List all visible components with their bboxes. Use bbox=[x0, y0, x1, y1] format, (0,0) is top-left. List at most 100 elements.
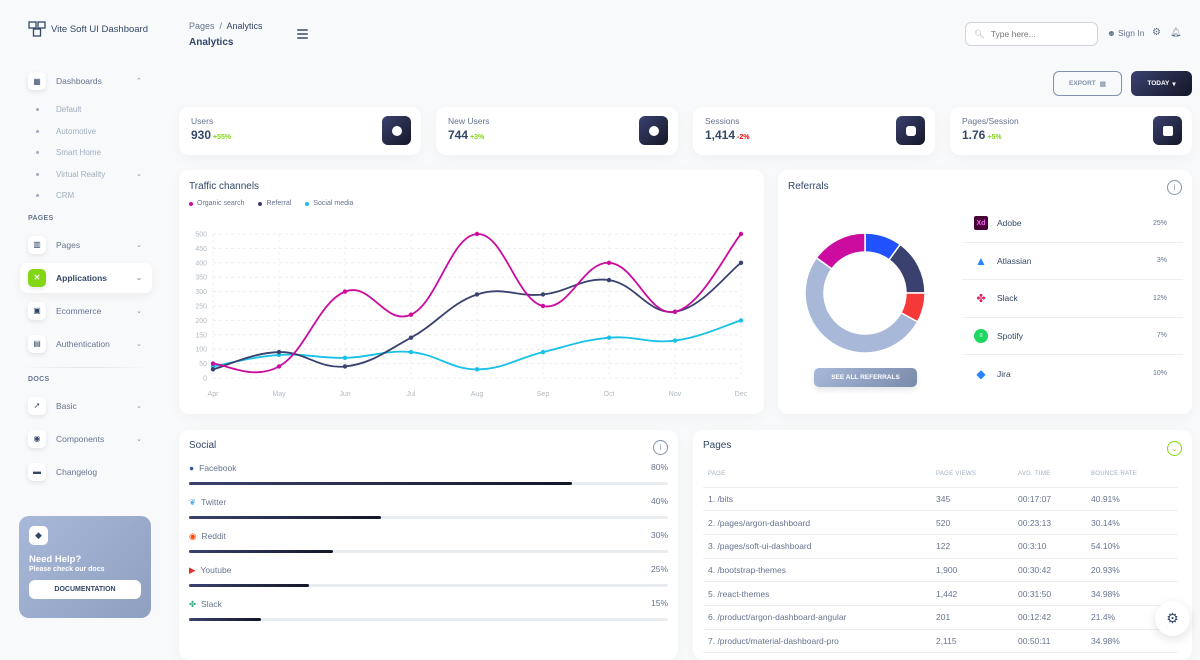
table-row[interactable]: 7. /product/material-dashboard-pro 2,115 0… bbox=[703, 629, 1178, 654]
documentation-button[interactable]: DOCUMENTATION bbox=[29, 580, 141, 599]
table-row[interactable]: 3. /pages/soft-ui-dashboard 122 00:3:10 54.… bbox=[703, 534, 1178, 559]
image-icon bbox=[1153, 116, 1182, 145]
table-row[interactable]: 5. /react-themes 1,442 00:31:50 34.98% bbox=[703, 581, 1178, 606]
breadcrumb-pages[interactable]: Pages bbox=[189, 21, 215, 31]
data-point-referral[interactable] bbox=[474, 292, 480, 297]
bell-icon[interactable]: 🔔︎ bbox=[1170, 27, 1181, 38]
y-tick-label: 450 bbox=[195, 246, 207, 253]
referral-item-slack[interactable]: ✤ Slack 12% bbox=[962, 280, 1183, 318]
data-point-organic-search[interactable] bbox=[738, 231, 744, 237]
sidebar-subitem-automotive[interactable]: Automotive bbox=[36, 121, 152, 143]
table-row[interactable]: 6. /product/argon-dashboard-angular 201 00… bbox=[703, 605, 1178, 630]
export-button[interactable]: EXPORT ▤ bbox=[1053, 71, 1122, 96]
data-point-organic-search[interactable] bbox=[606, 260, 612, 265]
user-icon: ☻ bbox=[1107, 28, 1116, 38]
data-point-social-media[interactable] bbox=[474, 367, 480, 372]
progress-fill bbox=[189, 618, 261, 621]
stat-card-pages-session: Pages/Session 1.76 +5% bbox=[950, 107, 1192, 155]
chevron-down-icon: ⌄ bbox=[136, 241, 142, 249]
sidebar-subitem-default[interactable]: Default bbox=[36, 99, 152, 121]
data-point-referral[interactable] bbox=[738, 260, 744, 265]
table-cell: 7. /product/material-dashboard-pro bbox=[703, 629, 936, 654]
y-tick-label: 350 bbox=[195, 275, 207, 282]
table-cell: 4. /bootstrap-themes bbox=[703, 558, 936, 583]
traffic-channels-card: Traffic channels Organic search Referral… bbox=[179, 170, 764, 414]
progress-bar bbox=[189, 618, 668, 621]
data-point-social-media[interactable] bbox=[738, 318, 744, 323]
help-card: ◆ Need Help? Please check our docs DOCUM… bbox=[19, 516, 151, 618]
table-row[interactable]: 4. /bootstrap-themes 1,900 00:30:42 20.93% bbox=[703, 558, 1178, 583]
search-box[interactable]: 🔍︎ bbox=[965, 22, 1098, 46]
settings-icon[interactable]: ⚙ bbox=[1152, 27, 1161, 38]
data-point-organic-search[interactable] bbox=[474, 231, 480, 237]
table-cell: 201 bbox=[936, 605, 1018, 630]
referral-item-spotify[interactable]: ≡ Spotify 7% bbox=[962, 318, 1183, 355]
data-point-referral[interactable] bbox=[276, 349, 282, 355]
sidebar-item-applications[interactable]: ✕ Applications ⌄ bbox=[20, 262, 152, 293]
data-point-referral[interactable] bbox=[408, 335, 414, 340]
sidebar-item-ecommerce[interactable]: ▣ Ecommerce ⌄ bbox=[20, 296, 152, 326]
info-icon[interactable]: i bbox=[1167, 180, 1182, 195]
data-point-organic-search[interactable] bbox=[276, 364, 282, 369]
card-title: Pages bbox=[703, 440, 732, 451]
referral-item-jira[interactable]: ◆ Jira 10% bbox=[962, 355, 1183, 393]
data-point-referral[interactable] bbox=[540, 292, 546, 297]
menu-toggle-icon[interactable] bbox=[297, 29, 308, 41]
info-icon[interactable]: i bbox=[653, 440, 668, 455]
progress-bar bbox=[189, 516, 668, 519]
see-all-referrals-button[interactable]: SEE ALL REFERRALS bbox=[814, 368, 917, 387]
donut-segment-magenta[interactable] bbox=[815, 232, 866, 270]
data-point-organic-search[interactable] bbox=[408, 312, 414, 317]
sidebar-item-components[interactable]: ◉ Components ⌄ bbox=[20, 424, 152, 454]
sign-in-link[interactable]: ☻ Sign In bbox=[1107, 28, 1144, 38]
gear-icon: ⚙ bbox=[1166, 610, 1179, 626]
sidebar-item-basic[interactable]: ➚ Basic ⌄ bbox=[20, 391, 152, 421]
check-circle-icon[interactable]: ⌄ bbox=[1167, 441, 1182, 456]
social-item-twitter: ❦ Twitter 40% bbox=[189, 496, 668, 519]
data-point-social-media[interactable] bbox=[672, 338, 678, 343]
data-point-referral[interactable] bbox=[342, 364, 348, 369]
spotify-icon: ≡ bbox=[974, 328, 988, 343]
data-point-organic-search[interactable] bbox=[210, 361, 216, 366]
sidebar-item-authentication[interactable]: ▤ Authentication ⌄ bbox=[20, 329, 152, 359]
table-row[interactable]: 2. /pages/argon-dashboard 520 00:23:13 30.1… bbox=[703, 510, 1178, 535]
sidebar-subitem-crm[interactable]: CRM bbox=[36, 185, 152, 207]
sidebar-item-changelog[interactable]: ▬ Changelog bbox=[20, 457, 152, 487]
search-input[interactable] bbox=[990, 29, 1091, 39]
sidebar-item-pages[interactable]: ▥ Pages ⌄ bbox=[20, 230, 152, 260]
donut-segment-navy[interactable] bbox=[888, 243, 926, 294]
referral-item-atlassian[interactable]: ▲ Atlassian 3% bbox=[962, 243, 1183, 280]
settings-fab-button[interactable]: ⚙ bbox=[1155, 601, 1190, 636]
document-icon: ▤ bbox=[28, 334, 46, 353]
jira-icon: ◆ bbox=[976, 366, 986, 381]
data-point-social-media[interactable] bbox=[540, 349, 546, 355]
table-cell: 3. /pages/soft-ui-dashboard bbox=[703, 534, 936, 559]
x-tick-label: Nov bbox=[669, 391, 682, 398]
data-point-organic-search[interactable] bbox=[342, 289, 348, 294]
credit-card-icon: ▬ bbox=[28, 462, 46, 481]
table-cell: 2,115 bbox=[936, 629, 1018, 654]
box-icon: ◉ bbox=[28, 429, 46, 448]
brand-logo[interactable]: Vite Soft UI Dashboard bbox=[28, 20, 148, 38]
social-item-facebook: ● Facebook 80% bbox=[189, 462, 668, 485]
referral-item-adobe[interactable]: Xd Adobe 25% bbox=[962, 205, 1183, 243]
data-point-referral[interactable] bbox=[606, 277, 612, 283]
data-point-social-media[interactable] bbox=[408, 349, 414, 355]
data-point-social-media[interactable] bbox=[606, 335, 612, 340]
x-tick-label: Jun bbox=[339, 391, 350, 398]
data-point-referral[interactable] bbox=[210, 367, 216, 372]
sidebar-subitem-smart-home[interactable]: Smart Home bbox=[36, 142, 152, 164]
table-row[interactable]: 1. /bits 345 00:17:07 40.91% bbox=[703, 487, 1178, 512]
today-dropdown[interactable]: TODAY ▾ bbox=[1131, 71, 1192, 96]
sidebar-subitem-virtual-reality[interactable]: Virtual Reality ⌄ bbox=[36, 164, 152, 186]
table-cell: 1. /bits bbox=[703, 487, 936, 512]
data-point-organic-search[interactable] bbox=[540, 303, 546, 309]
table-cell: 00:30:42 bbox=[1018, 558, 1091, 583]
search-icon: 🔍︎ bbox=[974, 28, 985, 39]
y-tick-label: 250 bbox=[195, 304, 207, 311]
brand-name: Vite Soft UI Dashboard bbox=[51, 23, 148, 35]
data-point-organic-search[interactable] bbox=[672, 309, 678, 314]
sidebar-item-dashboards[interactable]: ▦ Dashboards ⌃ bbox=[20, 66, 152, 96]
twitter-icon: ❦ bbox=[189, 496, 197, 507]
data-point-social-media[interactable] bbox=[342, 355, 348, 361]
